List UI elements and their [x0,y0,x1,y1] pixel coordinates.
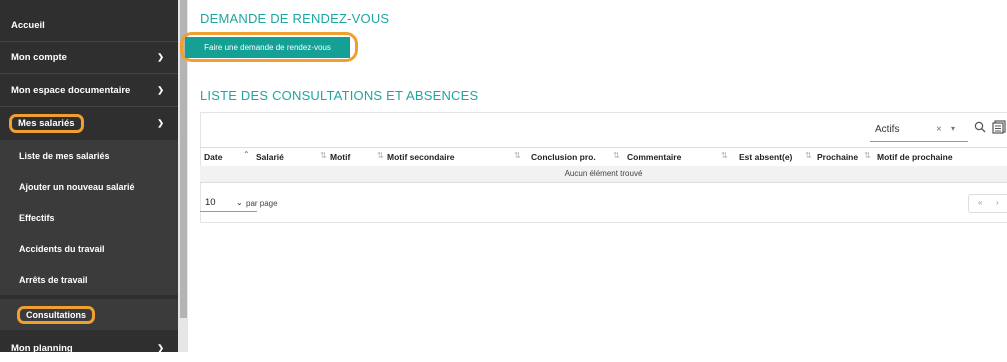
column-header-prochaine[interactable]: Prochaine [817,152,858,162]
status-filter-underline [870,141,968,142]
column-header-conclusion[interactable]: Conclusion pro. [531,152,596,162]
per-page-select[interactable]: 10 [205,197,216,208]
divider [0,73,178,74]
clear-icon[interactable]: × [936,124,942,135]
sidebar-item-liste-salaries[interactable]: Liste de mes salariés [0,140,178,171]
request-appointment-button[interactable]: Faire une demande de rendez-vous [185,37,350,58]
sort-icon[interactable]: ⇅ [320,151,327,160]
sidebar-item-label: Accidents du travail [19,243,105,254]
sidebar-item-arrets[interactable]: Arrêts de travail [0,264,178,295]
column-header-date[interactable]: Date [204,152,222,162]
chevron-down-icon: ❯ [157,85,164,95]
sidebar-item-mes-salaries[interactable]: Mes salariés ❯ [0,109,178,137]
chevron-down-icon: ❯ [157,343,164,353]
sort-icon[interactable]: ⇅ [514,151,521,160]
search-icon[interactable] [974,120,986,138]
sidebar-item-label: Mon compte [11,51,67,63]
section-title-rendez-vous: DEMANDE DE RENDEZ-VOUS [200,11,390,26]
sidebar-item-effectifs[interactable]: Effectifs [0,202,178,233]
divider [0,106,178,107]
sidebar-item-label: Consultations [17,305,95,324]
column-header-motif[interactable]: Motif [330,152,350,162]
status-filter-value[interactable]: Actifs [875,124,899,135]
per-page-label: par page [246,199,278,208]
sort-icon[interactable]: ⇅ [864,151,871,160]
pagination: « › [968,194,1007,213]
column-header-est-absent[interactable]: Est absent(e) [739,152,792,162]
column-header-motif-secondaire[interactable]: Motif secondaire [387,152,455,162]
sidebar-item-consultations[interactable]: Consultations [0,299,178,330]
columns-icon[interactable] [992,120,1006,139]
sidebar: Accueil Mon compte ❯ Mon espace document… [0,0,178,354]
sidebar-item-label: Mon espace documentaire [11,84,131,96]
sidebar-item-label: Effectifs [19,212,55,223]
sort-asc-icon[interactable]: ⌃ [243,150,250,159]
next-page-button[interactable]: › [996,198,999,207]
sidebar-item-ajouter-salarie[interactable]: Ajouter un nouveau salarié [0,171,178,202]
sidebar-item-mon-planning[interactable]: Mon planning ❯ [0,334,178,362]
empty-table-message: Aucun élément trouvé [200,166,1007,183]
chevron-down-icon: ❯ [157,52,164,62]
sidebar-item-label: Mes salariés [9,113,84,133]
sidebar-item-accidents[interactable]: Accidents du travail [0,233,178,264]
column-header-commentaire[interactable]: Commentaire [627,152,681,162]
column-header-salarie[interactable]: Salarié [256,152,284,162]
main-content: DEMANDE DE RENDEZ-VOUS Faire une demande… [180,0,1007,352]
divider [0,41,178,42]
sidebar-item-label: Accueil [11,19,45,31]
per-page-underline [200,211,257,212]
sidebar-item-label: Arrêts de travail [19,274,88,285]
sidebar-item-mon-compte[interactable]: Mon compte ❯ [0,43,178,71]
sort-icon[interactable]: ⇅ [613,151,620,160]
sort-icon[interactable]: ⇅ [377,151,384,160]
sort-icon[interactable]: ⇅ [721,151,728,160]
chevron-down-icon[interactable]: ⌄ [236,198,243,207]
section-title-consultations: LISTE DES CONSULTATIONS ET ABSENCES [200,88,479,103]
column-header-motif-prochaine[interactable]: Motif de prochaine [877,152,953,162]
caret-down-icon[interactable]: ▾ [951,124,955,133]
chevron-down-icon: ❯ [157,118,164,128]
sidebar-item-label: Liste de mes salariés [19,150,110,161]
first-page-button[interactable]: « [978,198,982,207]
sidebar-item-label: Ajouter un nouveau salarié [19,181,135,192]
sort-icon[interactable]: ⇅ [805,151,812,160]
sidebar-item-mon-espace-documentaire[interactable]: Mon espace documentaire ❯ [0,76,178,104]
table-header: Date ⌃ Salarié ⇅ Motif ⇅ Motif secondair… [200,147,1007,167]
sidebar-item-accueil[interactable]: Accueil [0,11,178,39]
